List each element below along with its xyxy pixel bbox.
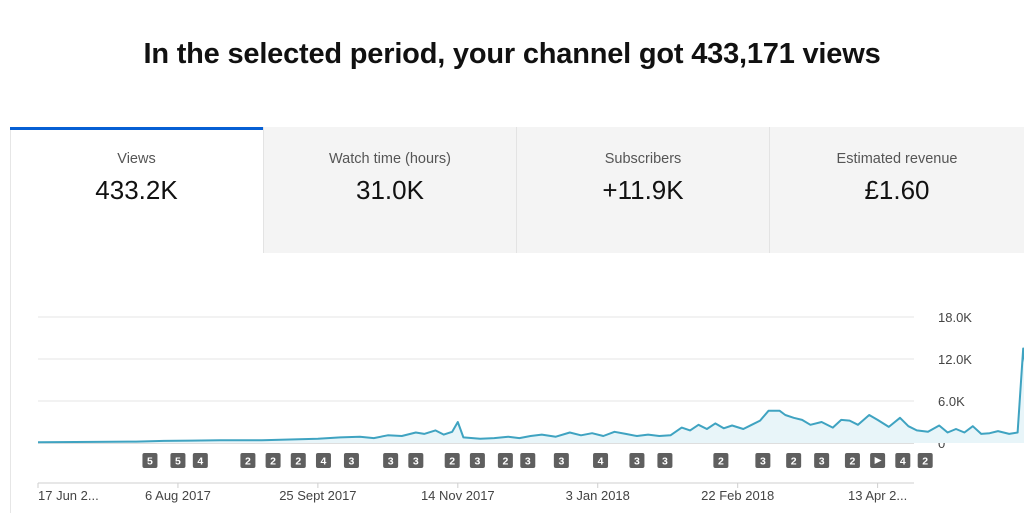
x-tick-label: 13 Apr 2... bbox=[848, 488, 907, 503]
video-marker[interactable]: 2 bbox=[844, 453, 860, 468]
tab-views[interactable]: Views 433.2K bbox=[10, 127, 263, 513]
tab-subscribers[interactable]: Subscribers +11.9K bbox=[516, 127, 769, 253]
marker-count: 2 bbox=[245, 456, 251, 468]
marker-count: 2 bbox=[502, 456, 508, 468]
tab-label: Views bbox=[117, 151, 156, 167]
marker-count: 2 bbox=[718, 456, 724, 468]
video-marker[interactable]: 2 bbox=[444, 453, 460, 468]
marker-count: 3 bbox=[525, 456, 531, 468]
tab-watch-time[interactable]: Watch time (hours) 31.0K bbox=[263, 127, 516, 253]
video-marker[interactable]: 3 bbox=[383, 453, 399, 468]
video-marker[interactable]: 2 bbox=[917, 453, 933, 468]
video-marker[interactable]: 2 bbox=[497, 453, 513, 468]
video-marker[interactable]: 3 bbox=[657, 453, 673, 468]
marker-count: 3 bbox=[634, 456, 640, 468]
marker-count: 3 bbox=[558, 456, 564, 468]
marker-count: 4 bbox=[900, 456, 906, 468]
video-marker[interactable]: 3 bbox=[814, 453, 830, 468]
marker-count: 2 bbox=[850, 456, 856, 468]
video-marker[interactable]: 3 bbox=[469, 453, 485, 468]
video-marker[interactable]: 2 bbox=[786, 453, 802, 468]
marker-count: 3 bbox=[349, 456, 355, 468]
y-tick-label: 6.0K bbox=[938, 394, 965, 409]
tab-estimated-revenue[interactable]: Estimated revenue £1.60 bbox=[769, 127, 1024, 253]
tab-label: Estimated revenue bbox=[836, 151, 958, 167]
x-tick-label: 6 Aug 2017 bbox=[145, 488, 211, 503]
video-marker[interactable]: 3 bbox=[343, 453, 359, 468]
marker-count: 3 bbox=[662, 456, 668, 468]
marker-count: 2 bbox=[270, 456, 276, 468]
video-marker[interactable]: 3 bbox=[755, 453, 771, 468]
x-tick-label: 14 Nov 2017 bbox=[421, 488, 495, 503]
x-tick-label: 22 Feb 2018 bbox=[701, 488, 774, 503]
x-tick-label: 25 Sept 2017 bbox=[279, 488, 356, 503]
views-chart: 18.0K12.0K6.0K05 5 4 2 2 2 4 3 3 3 2 3 2 3 3 4 3 3 2 3 2 3 2 4 2… bbox=[37, 310, 1024, 503]
marker-count: 3 bbox=[760, 456, 766, 468]
marker-count: 2 bbox=[295, 456, 301, 468]
video-marker[interactable]: 4 bbox=[895, 453, 911, 468]
video-marker[interactable]: 3 bbox=[408, 453, 424, 468]
video-marker[interactable]: 2 bbox=[290, 453, 306, 468]
tab-label: Watch time (hours) bbox=[329, 151, 451, 167]
marker-count: 3 bbox=[413, 456, 419, 468]
y-tick-label: 12.0K bbox=[938, 352, 972, 367]
marker-count: 3 bbox=[474, 456, 480, 468]
x-tick-label: 3 Jan 2018 bbox=[566, 488, 630, 503]
video-marker[interactable]: 2 bbox=[265, 453, 281, 468]
video-marker[interactable]: 4 bbox=[315, 453, 331, 468]
video-marker[interactable]: 4 bbox=[593, 453, 609, 468]
marker-count: 2 bbox=[449, 456, 455, 468]
video-marker[interactable]: 3 bbox=[520, 453, 536, 468]
tab-value: £1.60 bbox=[864, 175, 930, 205]
video-marker-play[interactable] bbox=[870, 453, 886, 468]
marker-count: 4 bbox=[598, 456, 604, 468]
page-title: In the selected period, your channel got… bbox=[143, 38, 881, 70]
marker-count: 2 bbox=[791, 456, 797, 468]
y-tick-label: 18.0K bbox=[938, 310, 972, 325]
tab-label: Subscribers bbox=[604, 151, 682, 167]
marker-count: 3 bbox=[388, 456, 394, 468]
video-marker[interactable]: 3 bbox=[629, 453, 645, 468]
tab-value: 31.0K bbox=[356, 175, 424, 205]
video-marker[interactable]: 4 bbox=[192, 453, 208, 468]
marker-count: 4 bbox=[197, 456, 203, 468]
x-tick-label: 17 Jun 2... bbox=[38, 488, 99, 503]
video-marker[interactable]: 2 bbox=[240, 453, 256, 468]
series-area bbox=[38, 348, 1024, 443]
marker-count: 3 bbox=[819, 456, 825, 468]
video-marker[interactable]: 3 bbox=[553, 453, 569, 468]
tab-value: +11.9K bbox=[602, 175, 684, 205]
tab-value: 433.2K bbox=[95, 175, 178, 205]
video-marker[interactable]: 5 bbox=[170, 453, 186, 468]
video-marker[interactable]: 5 bbox=[142, 453, 158, 468]
marker-count: 4 bbox=[321, 456, 327, 468]
marker-count: 2 bbox=[922, 456, 928, 468]
video-marker[interactable]: 2 bbox=[713, 453, 729, 468]
marker-count: 5 bbox=[147, 456, 153, 468]
metric-tabs: Views 433.2K Watch time (hours) 31.0K Su… bbox=[10, 127, 1024, 513]
marker-count: 5 bbox=[175, 456, 181, 468]
